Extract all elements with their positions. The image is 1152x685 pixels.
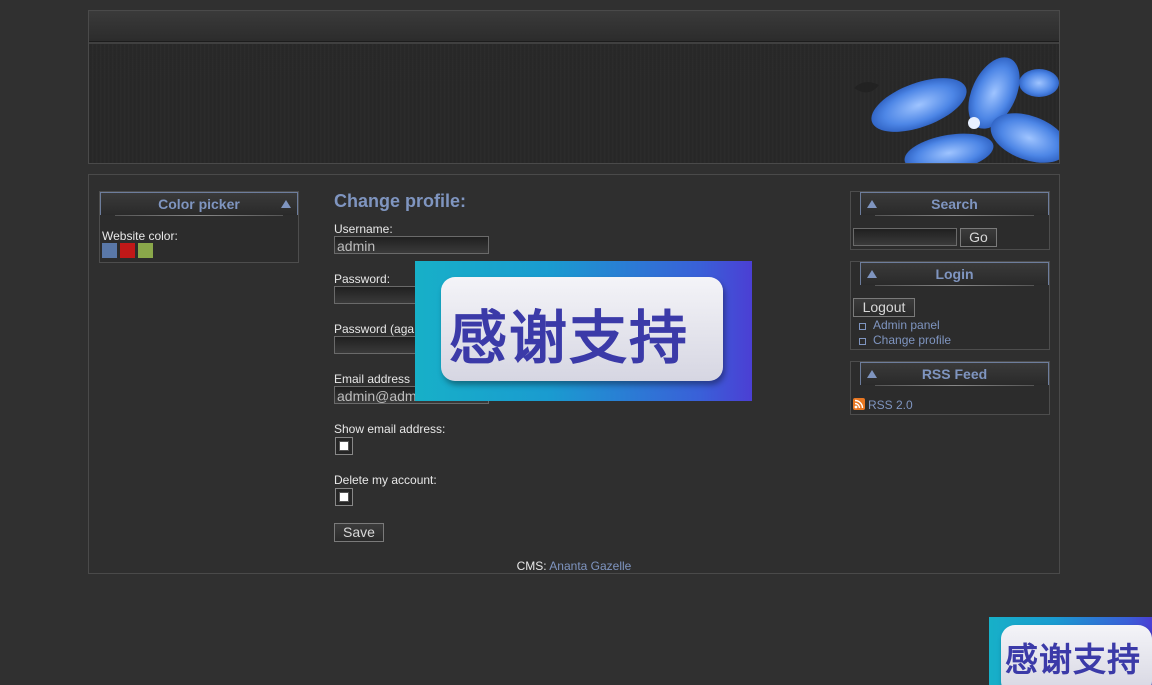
- bullet-icon: [859, 338, 866, 345]
- change-profile-link[interactable]: Change profile: [873, 333, 951, 347]
- collapse-triangle-icon[interactable]: [281, 200, 291, 208]
- color-picker-title[interactable]: Color picker: [100, 192, 298, 216]
- footer: CMS: Ananta Gazelle: [89, 559, 1059, 573]
- email-label: Email address: [334, 372, 411, 386]
- bullet-icon: [859, 323, 866, 330]
- delete-account-label: Delete my account:: [334, 473, 437, 487]
- password-again-label: Password (aga: [334, 322, 415, 336]
- color-swatch-red[interactable]: [120, 243, 135, 258]
- cms-link[interactable]: Ananta Gazelle: [549, 559, 631, 573]
- rss-link[interactable]: RSS 2.0: [868, 398, 913, 412]
- search-box: Search Go: [850, 191, 1050, 250]
- save-button[interactable]: Save: [334, 523, 384, 542]
- search-input[interactable]: [853, 228, 957, 246]
- collapse-triangle-icon[interactable]: [867, 270, 877, 278]
- logout-button[interactable]: Logout: [853, 298, 915, 317]
- admin-panel-link[interactable]: Admin panel: [873, 318, 940, 332]
- flower-logo-icon: [854, 57, 1059, 163]
- overlay-banner-text: 感谢支持: [449, 304, 690, 372]
- overlay-banner-small[interactable]: 感谢支持: [989, 617, 1152, 685]
- login-title-text: Login: [935, 266, 974, 282]
- overlay-banner-small-text: 感谢支持: [1005, 640, 1141, 679]
- rss-feed-title[interactable]: RSS Feed: [860, 362, 1049, 386]
- website-color-label: Website color:: [102, 229, 178, 243]
- header-topbar: [89, 11, 1059, 42]
- page: Color picker Website color: Change profi…: [0, 0, 1152, 685]
- color-swatch-green[interactable]: [138, 243, 153, 258]
- rss-feed-title-text: RSS Feed: [921, 366, 988, 382]
- collapse-triangle-icon[interactable]: [867, 370, 877, 378]
- color-swatch-blue[interactable]: [102, 243, 117, 258]
- color-picker-box: Color picker Website color:: [99, 191, 299, 263]
- rss-icon[interactable]: [853, 398, 865, 410]
- username-label: Username:: [334, 222, 393, 236]
- collapse-triangle-icon[interactable]: [867, 200, 877, 208]
- page-title: Change profile:: [334, 191, 467, 211]
- site-header: [88, 10, 1060, 164]
- color-picker-title-text: Color picker: [158, 196, 240, 212]
- login-box: Login Logout Admin panel Change profile: [850, 261, 1050, 350]
- delete-account-checkbox[interactable]: [335, 488, 353, 506]
- overlay-banner-large[interactable]: 感谢支持: [415, 261, 752, 401]
- username-input[interactable]: admin: [334, 236, 489, 254]
- password-label: Password:: [334, 272, 391, 286]
- rss-feed-box: RSS Feed RSS 2.0: [850, 361, 1050, 415]
- show-email-checkbox[interactable]: [335, 437, 353, 455]
- go-button[interactable]: Go: [960, 228, 997, 247]
- search-title[interactable]: Search: [860, 192, 1049, 216]
- footer-prefix: CMS:: [516, 559, 547, 573]
- login-title[interactable]: Login: [860, 262, 1049, 286]
- show-email-label: Show email address:: [334, 422, 446, 436]
- search-title-text: Search: [931, 196, 978, 212]
